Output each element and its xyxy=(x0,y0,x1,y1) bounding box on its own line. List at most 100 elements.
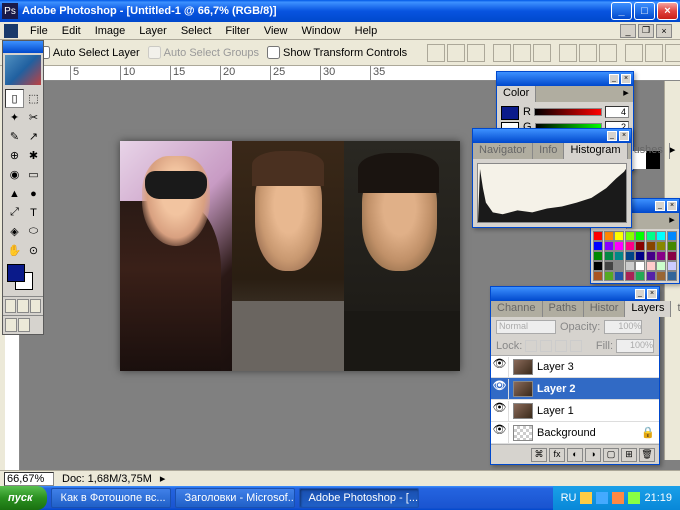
lock-pixels-icon[interactable] xyxy=(540,340,552,352)
swatch[interactable] xyxy=(656,261,666,271)
swatch[interactable] xyxy=(625,261,635,271)
layer-name[interactable]: Layer 1 xyxy=(537,405,659,417)
tray-icon[interactable] xyxy=(580,492,592,504)
distribute-icon[interactable] xyxy=(665,44,680,62)
swatch[interactable] xyxy=(667,231,677,241)
color-fg-swatch[interactable] xyxy=(501,106,519,120)
swatch[interactable] xyxy=(635,261,645,271)
menu-edit[interactable]: Edit xyxy=(56,24,87,38)
swatch[interactable] xyxy=(625,271,635,281)
layer-row[interactable]: 👁Background🔒 xyxy=(491,422,659,444)
color-tab[interactable]: Color xyxy=(497,86,536,102)
blend-mode-select[interactable]: Normal xyxy=(496,320,556,334)
visibility-eye-icon[interactable]: 👁 xyxy=(491,379,509,399)
tool-2[interactable]: ✦ xyxy=(5,108,24,127)
new-layer-icon[interactable]: ⊞ xyxy=(621,448,637,462)
swatch[interactable] xyxy=(667,251,677,261)
auto-select-groups-checkbox[interactable]: Auto Select Groups xyxy=(148,46,259,59)
document-canvas[interactable] xyxy=(120,141,460,371)
swatch[interactable] xyxy=(625,241,635,251)
distribute-icon[interactable] xyxy=(625,44,643,62)
taskbar-button[interactable]: Adobe Photoshop - [... xyxy=(299,488,419,508)
panel-menu-icon[interactable]: ▸ xyxy=(670,143,676,159)
layer-row[interactable]: 👁 Layer 1 xyxy=(491,400,659,422)
layer-name[interactable]: Layer 2 xyxy=(537,383,659,395)
swatch[interactable] xyxy=(656,271,666,281)
tool-0[interactable]: ▯ xyxy=(5,89,24,108)
panel-close-button[interactable]: × xyxy=(619,131,629,141)
tool-11[interactable]: ● xyxy=(24,184,43,203)
swatch[interactable] xyxy=(614,241,624,251)
swatch[interactable] xyxy=(646,261,656,271)
foreground-color[interactable] xyxy=(7,264,25,282)
layer-name[interactable]: Background xyxy=(537,427,641,439)
doc-minimize-button[interactable]: _ xyxy=(620,24,636,38)
swatch[interactable] xyxy=(614,261,624,271)
screen-mode-standard[interactable] xyxy=(5,299,16,313)
distribute-icon[interactable] xyxy=(645,44,663,62)
tool-9[interactable]: ▭ xyxy=(24,165,43,184)
toolbox-titlebar[interactable] xyxy=(3,41,43,53)
tool-15[interactable]: ⬭ xyxy=(24,222,43,241)
swatch[interactable] xyxy=(656,231,666,241)
history-tab[interactable]: Histor xyxy=(584,301,626,317)
tool-10[interactable]: ▲ xyxy=(5,184,24,203)
distribute-icon[interactable] xyxy=(559,44,577,62)
swatch[interactable] xyxy=(667,261,677,271)
swatch[interactable] xyxy=(614,271,624,281)
menu-help[interactable]: Help xyxy=(349,24,384,38)
histogram-tab[interactable]: Histogram xyxy=(564,143,627,159)
panel-close-button[interactable]: × xyxy=(647,289,657,299)
swatch[interactable] xyxy=(604,261,614,271)
tool-17[interactable]: ⊙ xyxy=(24,241,43,260)
distribute-icon[interactable] xyxy=(599,44,617,62)
swatch[interactable] xyxy=(667,271,677,281)
fill-input[interactable]: 100% xyxy=(616,339,654,353)
menu-select[interactable]: Select xyxy=(175,24,218,38)
doc-restore-button[interactable]: ❐ xyxy=(638,24,654,38)
panel-close-button[interactable]: × xyxy=(621,74,631,84)
swatch[interactable] xyxy=(635,251,645,261)
layers-tab[interactable]: Layers xyxy=(625,301,671,317)
doc-info-menu-icon[interactable]: ▸ xyxy=(160,472,166,485)
clock[interactable]: 21:19 xyxy=(644,492,672,504)
layer-thumbnail[interactable] xyxy=(513,403,533,419)
panel-menu-icon[interactable]: ▸ xyxy=(619,86,633,102)
swatch[interactable] xyxy=(646,231,656,241)
align-icon[interactable] xyxy=(513,44,531,62)
lock-position-icon[interactable] xyxy=(555,340,567,352)
panel-minimize-button[interactable]: _ xyxy=(609,74,619,84)
menu-filter[interactable]: Filter xyxy=(219,24,255,38)
distribute-icon[interactable] xyxy=(579,44,597,62)
align-icon[interactable] xyxy=(493,44,511,62)
doc-close-button[interactable]: × xyxy=(656,24,672,38)
tray-icon[interactable] xyxy=(596,492,608,504)
swatch[interactable] xyxy=(593,271,603,281)
tool-1[interactable]: ⬚ xyxy=(24,89,43,108)
minimize-button[interactable]: _ xyxy=(611,2,632,20)
layer-row[interactable]: 👁Layer 3 xyxy=(491,356,659,378)
layer-group-icon[interactable]: ▢ xyxy=(603,448,619,462)
menu-window[interactable]: Window xyxy=(296,24,347,38)
red-value[interactable]: 4 xyxy=(605,106,629,118)
swatch[interactable] xyxy=(604,271,614,281)
panel-menu-icon[interactable]: ▸ xyxy=(665,213,679,229)
layer-mask-icon[interactable]: ◐ xyxy=(567,448,583,462)
align-icon[interactable] xyxy=(467,44,485,62)
swatch[interactable] xyxy=(593,241,603,251)
info-tab[interactable]: Info xyxy=(533,143,564,159)
visibility-eye-icon[interactable]: 👁 xyxy=(491,401,509,421)
tray-icon[interactable] xyxy=(612,492,624,504)
language-indicator[interactable]: RU xyxy=(561,492,577,504)
tool-7[interactable]: ✱ xyxy=(24,146,43,165)
swatch[interactable] xyxy=(635,241,645,251)
swatch[interactable] xyxy=(667,241,677,251)
swatch[interactable] xyxy=(625,251,635,261)
swatch[interactable] xyxy=(604,251,614,261)
layer-thumbnail[interactable] xyxy=(513,425,533,441)
tool-4[interactable]: ✎ xyxy=(5,127,24,146)
maximize-button[interactable]: □ xyxy=(634,2,655,20)
red-slider[interactable] xyxy=(534,108,602,116)
swatch[interactable] xyxy=(614,251,624,261)
quick-mask-icon[interactable] xyxy=(5,318,17,332)
